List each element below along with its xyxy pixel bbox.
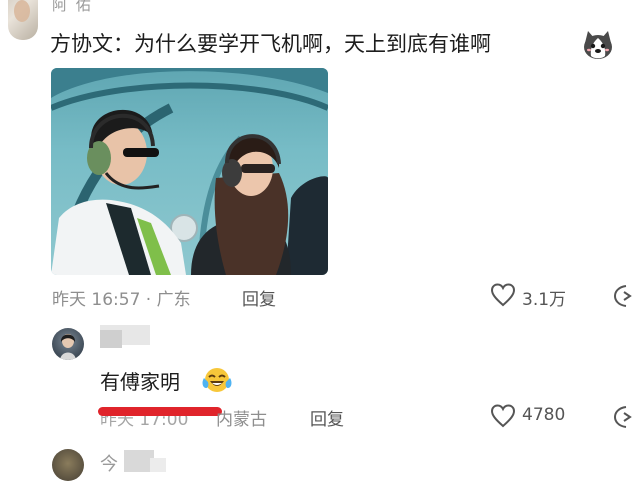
reply-location: 内蒙古 [216, 410, 267, 430]
share-icon[interactable] [612, 283, 632, 309]
red-redaction-line [98, 407, 222, 416]
next-commenter-avatar[interactable] [52, 449, 84, 481]
comment-text: 方协文：为什么要学开飞机啊，天上到底有谁啊 [50, 32, 491, 56]
avatar-portrait [60, 334, 76, 360]
heart-icon[interactable] [490, 283, 516, 307]
commenter-avatar[interactable] [8, 0, 38, 40]
next-commenter-name[interactable]: 今 [100, 450, 118, 476]
husky-emoji-icon [584, 31, 612, 59]
comment-timestamp-location: 昨天 16:57 · 广东 [52, 290, 191, 310]
reply-button[interactable]: 回复 [242, 285, 276, 310]
replier-avatar[interactable] [52, 328, 84, 360]
commenter-name[interactable]: 阿 佑 [52, 0, 93, 15]
reply-text: 有傅家明 [100, 370, 180, 394]
next-commenter-name-redacted-part [150, 458, 166, 472]
cockpit-photo-illustration [51, 68, 328, 275]
share-icon[interactable] [612, 404, 632, 430]
like-count: 3.1万 [522, 290, 567, 310]
comment-photo[interactable] [51, 68, 328, 275]
laughing-crying-emoji-icon [202, 368, 232, 392]
heart-icon[interactable] [490, 404, 516, 428]
reply-button[interactable]: 回复 [310, 405, 344, 430]
replier-name-redacted-part [100, 330, 122, 348]
like-count: 4780 [522, 405, 566, 425]
